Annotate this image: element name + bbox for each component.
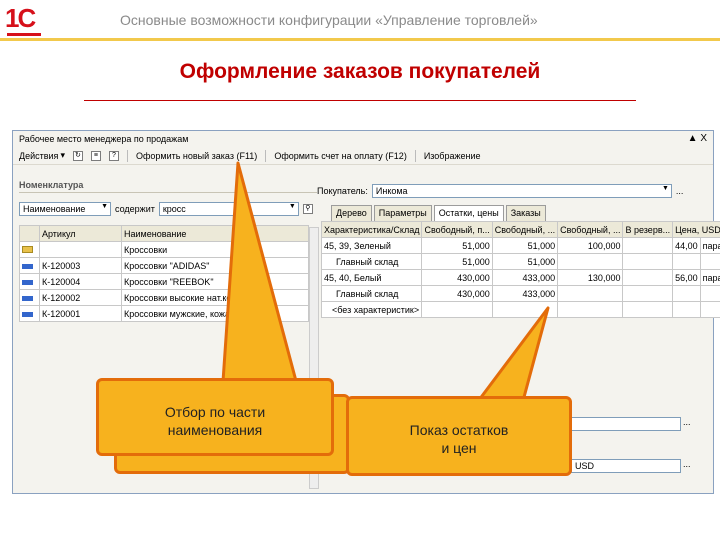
folder-icon [22,245,33,253]
header-rule [0,38,720,41]
buyer-input[interactable]: Инкома ▼ [371,184,672,198]
invoice-button[interactable]: Оформить счет на оплату (F12) [274,151,407,161]
column-header[interactable]: Свободный, п... [421,221,493,238]
filter-mode-label: содержит [115,204,155,214]
stock-callout: Показ остатков и цен [346,396,572,476]
table-row[interactable]: К-120002 Кроссовки высокие нат.кожа [19,289,309,306]
help-icon[interactable]: ? [108,150,119,161]
table-row[interactable]: Главный склад 430,000 433,000 [320,285,720,302]
column-header[interactable]: Свободный, ... [557,221,624,238]
pin-icon[interactable]: ▲ [688,133,698,144]
image-button[interactable]: Изображение [424,151,481,161]
close-button[interactable]: X [700,133,707,144]
title-rule [84,100,636,101]
stock-table: Характеристика/Склад Свободный, п... Свобо… [320,221,720,318]
table-row[interactable]: 45, 39, Зеленый 51,000 51,000 100,000 44,00 п… [320,237,720,254]
column-header[interactable]: Артикул [39,225,122,242]
amount-more-button[interactable]: ... [683,417,691,431]
column-header[interactable]: В резерв... [622,221,674,238]
filter-value-input[interactable]: кросс ▼ [158,202,299,216]
column-header[interactable]: Свободный, ... [491,221,559,238]
item-icon [22,311,33,317]
actions-menu[interactable]: Действия ▾ [19,150,65,161]
filter-field-select[interactable]: Наименование ▼ [19,202,111,216]
buyer-more-button[interactable]: ... [676,186,684,196]
tab-stock-prices[interactable]: Остатки, цены [433,205,504,221]
item-icon [22,263,33,269]
item-icon [22,295,33,301]
currency-more-button[interactable]: ... [683,459,691,473]
window-title: Рабочее место менеджера по продажам [13,131,713,147]
toolbar: Действия ▾ ↻ ≡ ? Оформить новый заказ (F1… [13,147,713,165]
column-header[interactable]: Характеристика/Склад [320,221,423,238]
table-row[interactable]: <без характеристик> [320,301,720,318]
slide-header: Основные возможности конфигурации «Управ… [120,12,538,28]
column-header[interactable]: Наименование [121,225,309,242]
currency-select[interactable]: USD [571,459,681,473]
table-row[interactable]: Главный склад 51,000 51,000 [320,253,720,270]
tab-bar: Дерево Параметры Остатки, цены Заказы [317,205,707,221]
table-row[interactable]: 45, 40, Белый 430,000 433,000 130,000 56,00 п… [320,269,720,286]
refresh-icon[interactable]: ↻ [72,150,83,161]
table-row[interactable]: К-120001 Кроссовки мужские, кожа [19,305,309,322]
buyer-label: Покупатель: [317,186,368,196]
tab-tree[interactable]: Дерево [331,205,372,221]
logo-1c: 1С [5,3,41,36]
table-row[interactable]: Кроссовки [19,241,309,258]
column-header[interactable]: Цена, USD [672,221,720,238]
item-icon [22,279,33,285]
amount-field[interactable] [571,417,681,431]
slide-title: Оформление заказов покупателей [179,60,541,83]
nomenclature-header: Номенклатура [19,177,317,193]
table-row[interactable]: К-120003 Кроссовки "ADIDAS" [19,257,309,274]
new-order-button[interactable]: Оформить новый заказ (F11) [136,151,257,161]
tree-icon[interactable]: ≡ [90,150,101,161]
nomenclature-table: Артикул Наименование Кроссовки К-120003 Кр… [19,225,309,322]
tab-params[interactable]: Параметры [373,205,432,221]
tab-orders[interactable]: Заказы [505,205,546,221]
filter-callout: Отбор по части наименования [96,378,334,456]
table-row[interactable]: К-120004 Кроссовки "REEBOK" [19,273,309,290]
search-icon[interactable]: ⚲ [302,204,313,214]
